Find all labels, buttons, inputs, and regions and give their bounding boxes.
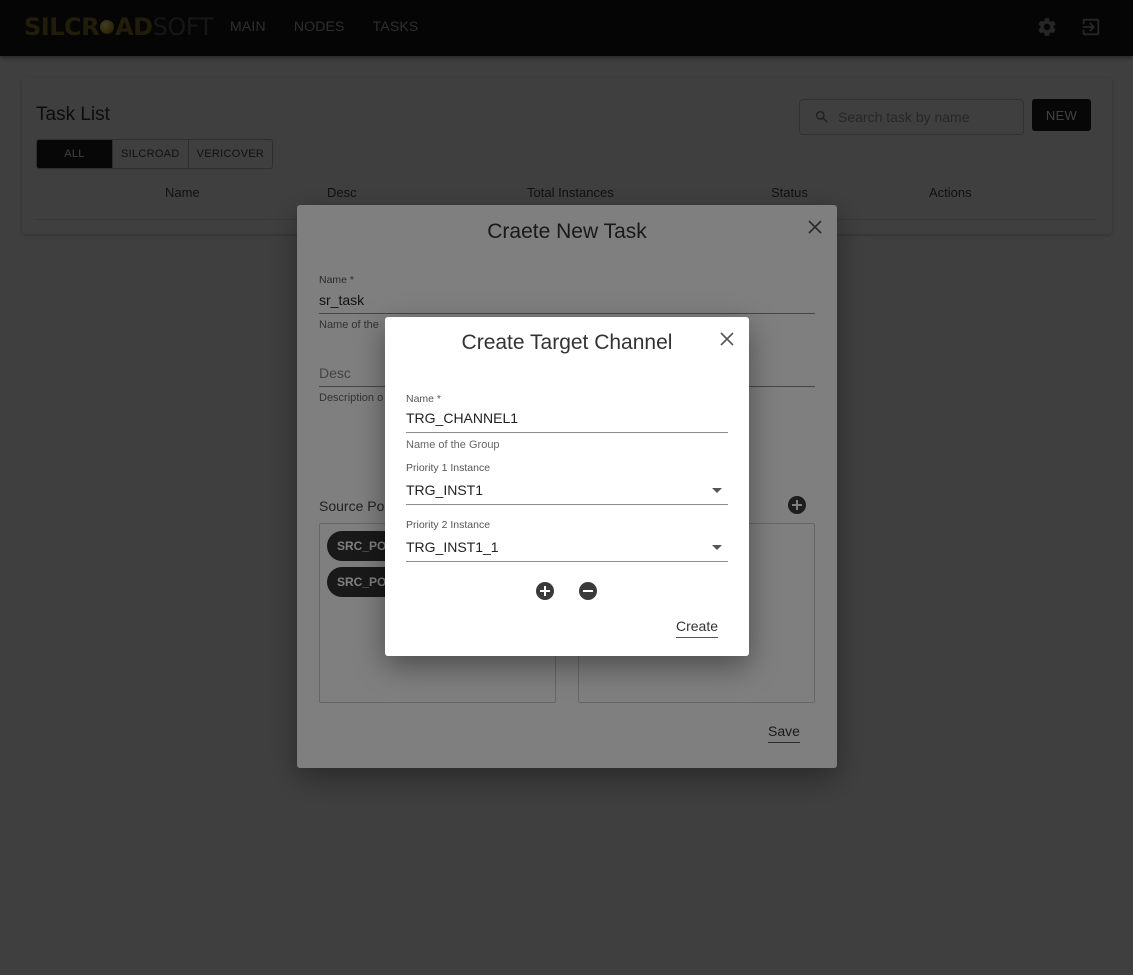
channel-name-underline bbox=[406, 432, 728, 433]
remove-priority-button[interactable] bbox=[579, 582, 597, 600]
channel-name-label: Name * bbox=[406, 393, 442, 405]
priority2-underline bbox=[406, 561, 728, 562]
create-target-channel-dialog: Create Target Channel Name * TRG_CHANNEL… bbox=[385, 317, 749, 656]
dialog-title: Create Target Channel bbox=[461, 331, 673, 354]
add-priority-button[interactable] bbox=[536, 582, 554, 600]
create-button[interactable]: Create bbox=[676, 618, 719, 638]
priority1-select[interactable]: TRG_INST1 bbox=[406, 482, 483, 498]
priority1-underline bbox=[406, 504, 728, 505]
close-icon[interactable] bbox=[719, 331, 735, 347]
priority1-label: Priority 1 Instance bbox=[406, 462, 491, 474]
priority2-select[interactable]: TRG_INST1_1 bbox=[406, 539, 499, 555]
chevron-down-icon[interactable] bbox=[712, 545, 722, 550]
channel-name-helper: Name of the Group bbox=[406, 439, 500, 451]
chevron-down-icon[interactable] bbox=[712, 488, 722, 493]
priority2-label: Priority 2 Instance bbox=[406, 519, 491, 531]
channel-name-input[interactable]: TRG_CHANNEL1 bbox=[406, 410, 518, 426]
